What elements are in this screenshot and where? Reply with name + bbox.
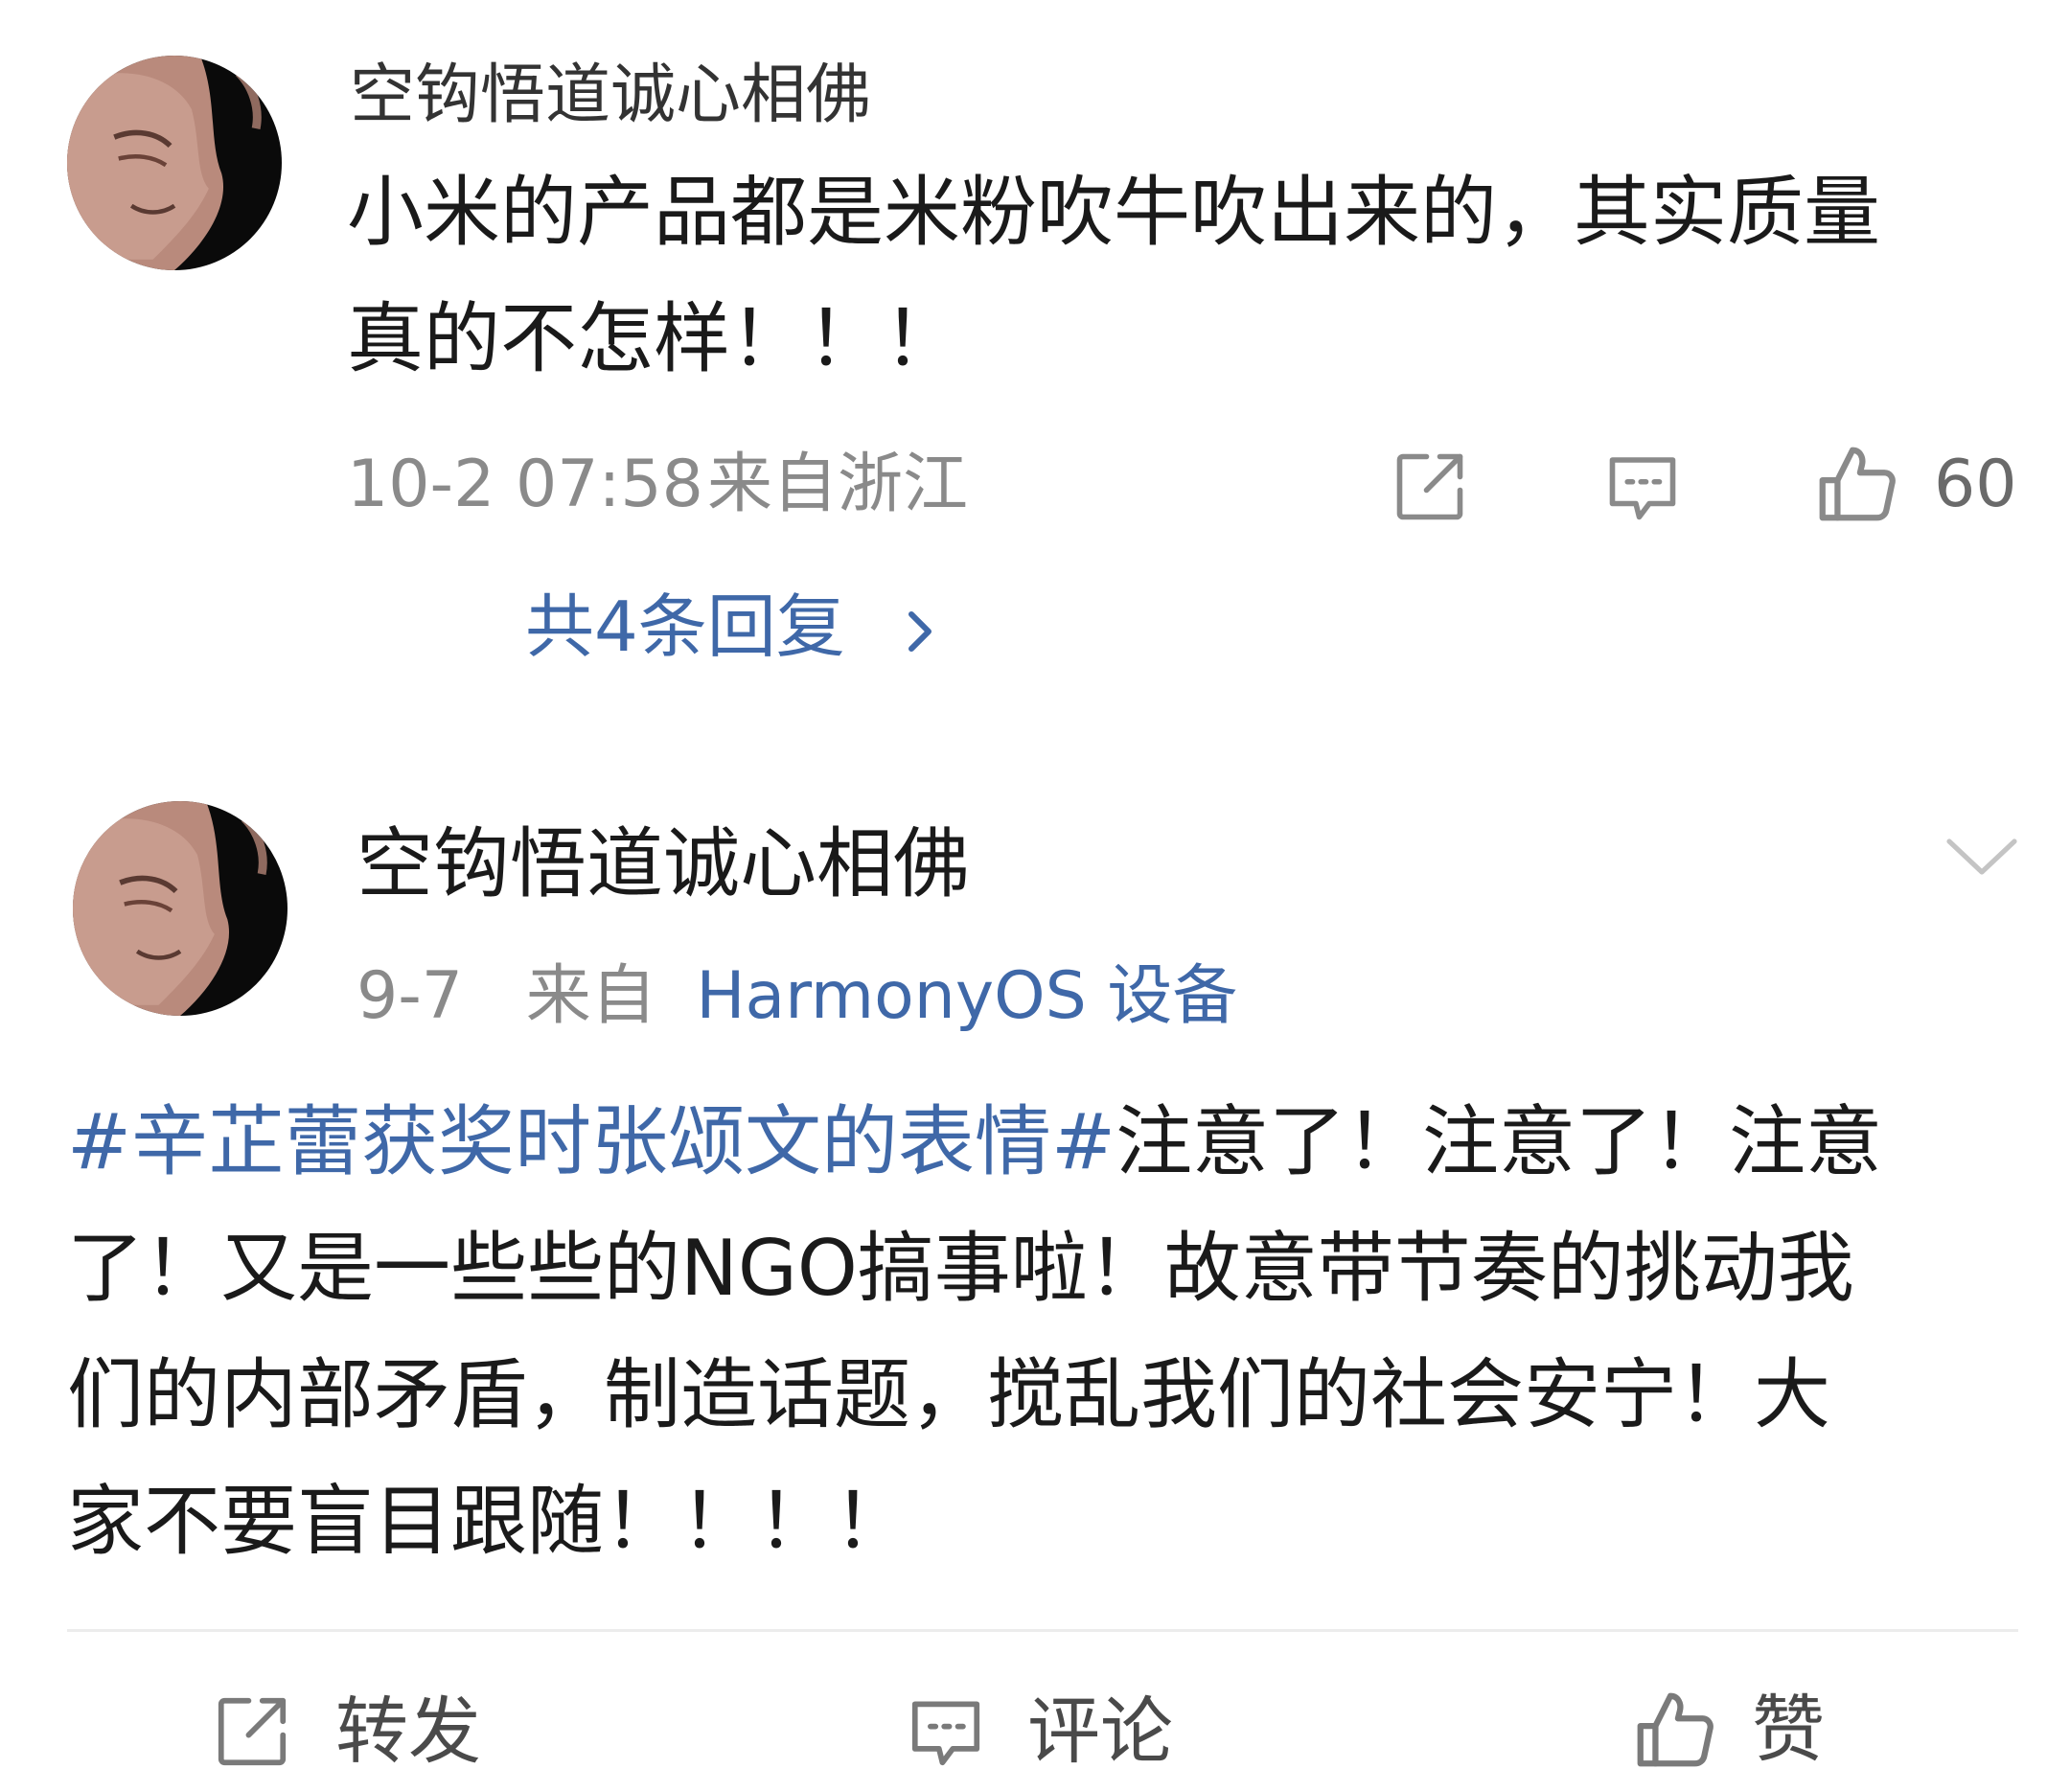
post-text-segment: 注意了！注意了！注意 (1116, 1097, 1883, 1186)
comment-text: 小米的产品都是米粉吹牛吹出来的，其实质量 真的不怎样！！！ (347, 149, 2034, 402)
avatar[interactable] (67, 56, 282, 270)
chevron-right-icon (896, 603, 942, 660)
comment-icon (905, 1690, 987, 1773)
post-date: 9-7 (356, 958, 464, 1034)
comment-button[interactable]: 评论 (905, 1689, 1173, 1775)
like-count: 60 (1934, 447, 2017, 522)
like-label: 赞 (1752, 1687, 1825, 1772)
repost-label: 转发 (335, 1689, 481, 1774)
like-button[interactable]: 赞 (1629, 1685, 1825, 1775)
comment-username[interactable]: 空钩悟道诚心相佛 (350, 63, 871, 128)
comment-text-line: 小米的产品都是米粉吹牛吹出来的，其实质量 (347, 168, 1880, 257)
repost-button[interactable]: 转发 (211, 1689, 481, 1775)
like-icon[interactable] (1811, 439, 1901, 529)
comment-text-line: 真的不怎样！！！ (347, 294, 960, 383)
comment-icon[interactable] (1602, 447, 1683, 527)
post-text-line: 们的内部矛盾，制造话题，搅乱我们的社会安宁！大 (67, 1350, 1830, 1439)
replies-link-label: 共4条回复 (525, 586, 845, 667)
comment-location: 来自浙江 (707, 447, 969, 522)
repost-icon (211, 1690, 293, 1773)
post-meta: 9-7 来自 HarmonyOS 设备 (356, 964, 1237, 1029)
like-icon (1629, 1685, 1719, 1775)
post-source-device[interactable]: HarmonyOS 设备 (696, 958, 1237, 1034)
post-text-line: 家不要盲目跟随！！！！ (67, 1477, 910, 1566)
post-username[interactable]: 空钩悟道诚心相佛 (356, 826, 970, 903)
divider (67, 1629, 2018, 1632)
avatar-image (67, 56, 282, 270)
post-text: #辛芷蕾获奖时张颂文的表情#注意了！注意了！注意 了！又是一些些的NGO搞事啦！… (67, 1079, 2041, 1585)
comment-time: 10-2 07:58 (347, 447, 703, 522)
hashtag-link[interactable]: #辛芷蕾获奖时张颂文的表情# (67, 1097, 1116, 1186)
share-icon[interactable] (1390, 447, 1470, 527)
replies-link[interactable]: 共4条回复 (525, 592, 942, 661)
chevron-down-icon[interactable] (1942, 830, 2022, 884)
post-text-line: 了！又是一些些的NGO搞事啦！故意带节奏的挑动我 (67, 1224, 1854, 1313)
comment-label: 评论 (1027, 1689, 1173, 1774)
post-source-prefix: 来自 (525, 958, 656, 1034)
avatar-image (73, 801, 288, 1016)
avatar[interactable] (73, 801, 288, 1016)
post-text-line: #辛芷蕾获奖时张颂文的表情#注意了！注意了！注意 (67, 1079, 2041, 1206)
